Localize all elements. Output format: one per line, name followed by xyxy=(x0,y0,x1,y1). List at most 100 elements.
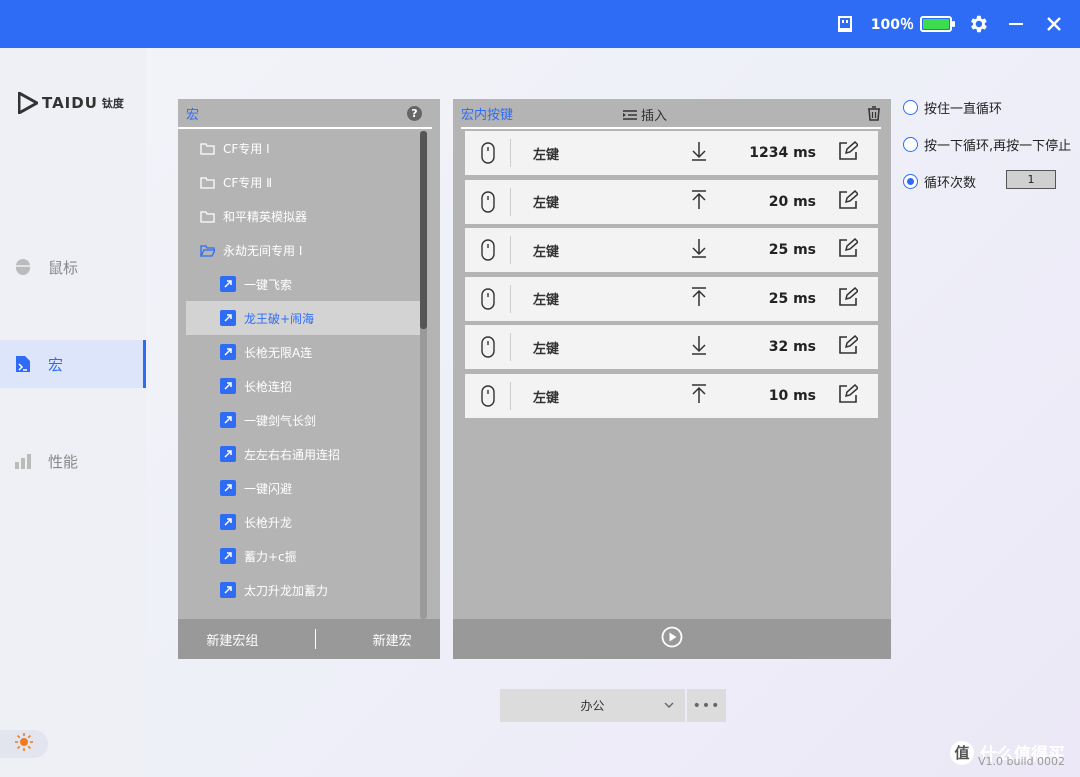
macro-item-label: 一键闪避 xyxy=(244,481,293,496)
macro-icon xyxy=(220,480,236,496)
macro-icon xyxy=(220,310,236,326)
delay-value: 32 ms xyxy=(768,339,816,356)
profile-more-button[interactable]: ••• xyxy=(687,689,726,722)
play-icon[interactable] xyxy=(661,626,683,652)
sidebar-item-mouse[interactable]: 鼠标 xyxy=(0,243,146,291)
mouse-icon xyxy=(465,187,511,216)
loop-option-toggle[interactable]: 按一下循环,再按一下停止 xyxy=(903,135,1071,154)
loop-option-label: 按一下循环,再按一下停止 xyxy=(924,139,1072,154)
battery-percent: 100％ xyxy=(870,17,914,33)
macro-group[interactable]: CF专用 Ⅱ xyxy=(186,165,420,199)
macro-item[interactable]: 一键剑气长剑 xyxy=(186,403,420,437)
sidebar-item-macro[interactable]: 宏 xyxy=(0,340,146,388)
macro-icon xyxy=(220,344,236,360)
sidebar-item-label: 鼠标 xyxy=(48,258,79,277)
macro-item[interactable]: 蓄力+c振 xyxy=(186,539,420,573)
footer-divider xyxy=(315,629,316,649)
macro-key-row[interactable]: 左键 20 ms xyxy=(465,179,878,224)
macro-item-label: 一键剑气长剑 xyxy=(244,413,317,428)
macro-key-row[interactable]: 左键 25 ms xyxy=(465,228,878,273)
sun-icon xyxy=(14,732,34,756)
macro-group-open[interactable]: 永劫无间专用 Ⅰ xyxy=(186,233,420,267)
macro-icon xyxy=(220,582,236,598)
macro-list-header: 宏 ? xyxy=(178,99,432,129)
radio-button-checked[interactable] xyxy=(903,174,918,189)
radio-button[interactable] xyxy=(903,137,918,152)
edit-icon[interactable] xyxy=(838,286,860,311)
macro-list-footer: 新建宏组 新建宏 xyxy=(178,619,440,659)
trash-icon[interactable] xyxy=(867,106,881,125)
delay-value: 20 ms xyxy=(768,193,816,210)
watermark-logo: 值 xyxy=(950,740,974,765)
macro-icon xyxy=(220,378,236,394)
macro-key-row[interactable]: 左键 1234 ms xyxy=(465,131,878,175)
edit-icon[interactable] xyxy=(838,335,860,359)
insert-icon xyxy=(623,109,637,120)
insert-button[interactable]: 插入 xyxy=(623,105,667,124)
chevron-down-icon xyxy=(663,699,675,714)
minimize-icon[interactable] xyxy=(1004,12,1028,36)
mouse-icon xyxy=(465,236,511,265)
key-label: 左键 xyxy=(533,341,560,357)
macro-item[interactable]: 长枪无限A连 xyxy=(186,335,420,369)
macro-item-label: 长枪无限A连 xyxy=(244,345,313,360)
edit-icon[interactable] xyxy=(838,383,860,408)
macro-keys-footer xyxy=(453,619,891,659)
gear-icon[interactable] xyxy=(966,12,990,36)
macro-item[interactable]: 一键闪避 xyxy=(186,471,420,505)
mouse-icon xyxy=(14,258,32,276)
macro-group[interactable]: 和平精英模拟器 xyxy=(186,199,420,233)
key-label: 左键 xyxy=(533,293,560,309)
loop-option-label: 循环次数 xyxy=(924,176,977,191)
new-macro-button[interactable]: 新建宏 xyxy=(373,630,412,649)
close-icon[interactable] xyxy=(1042,12,1066,36)
key-label: 左键 xyxy=(533,390,560,406)
macro-key-row[interactable]: 左键 10 ms xyxy=(465,374,878,418)
radio-button[interactable] xyxy=(903,100,918,115)
battery-icon xyxy=(920,16,955,32)
device-icon[interactable] xyxy=(833,12,857,36)
help-icon[interactable]: ? xyxy=(407,105,422,121)
sidebar: TAIDU 钛度 鼠标 宏 性能 xyxy=(0,48,146,777)
loop-option-hold[interactable]: 按住一直循环 xyxy=(903,98,1002,117)
edit-icon[interactable] xyxy=(838,189,860,214)
macro-item-selected[interactable]: 龙王破+闹海 xyxy=(186,301,420,335)
profile-select-value: 办公 xyxy=(580,699,605,713)
folder-icon xyxy=(200,176,215,189)
edit-icon[interactable] xyxy=(838,238,860,262)
macro-key-row[interactable]: 左键 25 ms xyxy=(465,276,878,321)
macro-item[interactable]: 太刀升龙加蓄力 xyxy=(186,573,420,607)
loop-count-input[interactable]: 1 xyxy=(1006,170,1056,189)
macro-item-label: 太刀升龙加蓄力 xyxy=(244,583,329,598)
macro-item-label: 左左右右通用连招 xyxy=(244,447,341,462)
macro-tree: CF专用 Ⅰ CF专用 Ⅱ 和平精英模拟器 永劫无间专用 Ⅰ 一键飞索 龙王破+… xyxy=(186,131,420,619)
theme-toggle[interactable] xyxy=(0,730,48,758)
macro-item-label: 一键飞索 xyxy=(244,277,293,292)
arrow-down-icon xyxy=(691,335,707,359)
macro-item-label: 蓄力+c振 xyxy=(244,549,297,564)
delay-value: 25 ms xyxy=(768,242,816,259)
edit-icon[interactable] xyxy=(838,140,860,165)
scrollbar-thumb[interactable] xyxy=(420,131,427,329)
logo-mark-icon xyxy=(18,92,38,114)
loop-option-count[interactable]: 循环次数 xyxy=(903,172,976,191)
loop-option-label: 按住一直循环 xyxy=(924,102,1003,117)
key-label: 左键 xyxy=(533,244,560,260)
key-label: 左键 xyxy=(533,196,560,212)
sidebar-item-performance[interactable]: 性能 xyxy=(0,437,146,485)
macro-item[interactable]: 一键飞索 xyxy=(186,267,420,301)
profile-select[interactable]: 办公 xyxy=(500,689,685,722)
macro-item[interactable]: 长枪连招 xyxy=(186,369,420,403)
macro-group[interactable]: CF专用 Ⅰ xyxy=(186,131,420,165)
arrow-down-icon xyxy=(691,141,707,165)
macro-item[interactable]: 左左右右通用连招 xyxy=(186,437,420,471)
macro-list-scrollbar[interactable] xyxy=(420,131,427,619)
macro-item[interactable]: 长枪升龙 xyxy=(186,505,420,539)
macro-key-row[interactable]: 左键 32 ms xyxy=(465,325,878,370)
brand-logo: TAIDU 钛度 xyxy=(18,92,124,114)
new-macro-group-button[interactable]: 新建宏组 xyxy=(206,630,258,649)
delay-value: 10 ms xyxy=(768,388,816,404)
macro-keys-header: 宏内按键 插入 xyxy=(461,99,881,129)
logo-text: TAIDU xyxy=(42,94,98,112)
delay-value: 1234 ms xyxy=(749,145,816,161)
